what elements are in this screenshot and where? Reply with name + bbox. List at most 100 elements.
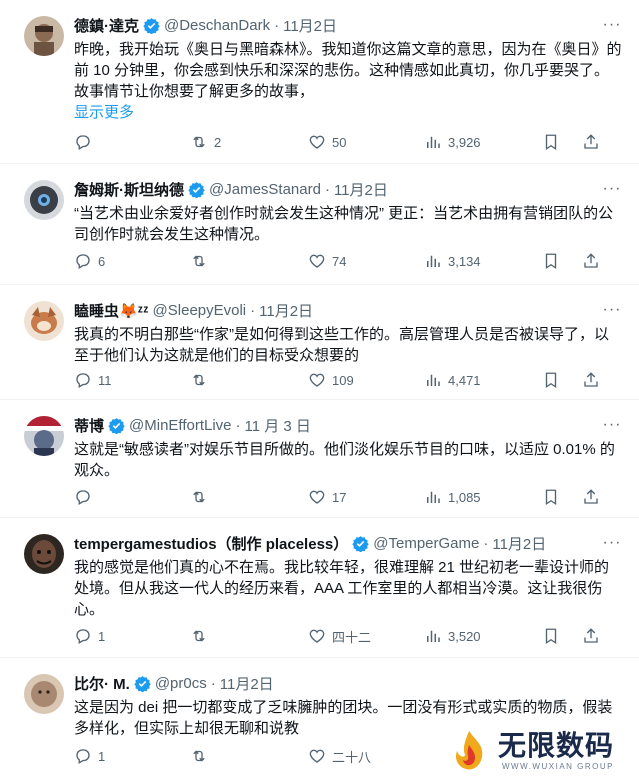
tweet-actions: 11 109 4,471: [74, 369, 623, 391]
avatar[interactable]: [24, 534, 64, 574]
share-button[interactable]: [582, 488, 600, 506]
author-handle[interactable]: @JamesStanard: [209, 181, 321, 198]
tweet[interactable]: 德鎮·達克 @DeschanDark · 11月2日 ··· 昨晚，我开始玩《奥…: [0, 0, 639, 164]
author-name[interactable]: 蒂博: [74, 415, 104, 436]
views-chart-icon: [427, 255, 440, 267]
more-options-icon[interactable]: ···: [601, 414, 623, 436]
view-count: 4,471: [448, 372, 481, 388]
author-name[interactable]: tempergamestudios（制作 placeless）: [74, 533, 348, 554]
views-button[interactable]: 4,471: [424, 371, 481, 389]
author-handle[interactable]: @DeschanDark: [164, 17, 270, 34]
like-button[interactable]: 109: [308, 371, 354, 389]
avatar[interactable]: [24, 301, 64, 341]
share-button[interactable]: [582, 252, 600, 270]
watermark-flame-icon: [456, 731, 483, 770]
like-button[interactable]: 50: [308, 133, 346, 151]
reply-button[interactable]: 6: [74, 252, 105, 270]
heart-icon: [309, 629, 325, 643]
bookmark-icon: [545, 628, 557, 645]
separator-dot: ·: [324, 180, 330, 198]
retweet-button[interactable]: 2: [190, 133, 221, 151]
retweet-button[interactable]: [190, 747, 214, 765]
tweet-date[interactable]: 11月2日: [283, 15, 337, 36]
share-button[interactable]: [582, 371, 600, 389]
tweet-date[interactable]: 11月2日: [492, 533, 546, 554]
tweet-header: tempergamestudios（制作 placeless） @TemperG…: [74, 532, 623, 554]
tweet-date[interactable]: 11 月 3 日: [245, 415, 311, 436]
author-handle[interactable]: @pr0cs: [155, 675, 207, 692]
retweet-count: 2: [214, 134, 222, 150]
tweet-header: 蒂博 @MinEffortLive · 11 月 3 日: [74, 414, 623, 436]
retweet-button[interactable]: [190, 488, 214, 506]
more-options-icon[interactable]: ···: [601, 178, 623, 200]
bookmark-icon: [545, 489, 557, 506]
bookmark-button[interactable]: [542, 252, 560, 270]
views-button[interactable]: 3,926: [424, 133, 481, 151]
like-button[interactable]: 74: [308, 252, 346, 270]
tweet[interactable]: tempergamestudios（制作 placeless） @TemperG…: [0, 518, 639, 658]
separator-dot: ·: [274, 16, 280, 34]
author-handle[interactable]: @MinEffortLive: [129, 417, 232, 434]
tweet[interactable]: 蒂博 @MinEffortLive · 11 月 3 日 ··· 这就是“敏感读…: [0, 400, 639, 518]
more-options-icon[interactable]: ···: [601, 299, 623, 321]
like-button[interactable]: 二十八: [308, 747, 371, 766]
retweet-button[interactable]: [190, 627, 214, 645]
tweet-text: 昨晚，我开始玩《奥日与黑暗森林》。我知道你这篇文章的意思，因为在《奥日》的前 1…: [74, 41, 622, 100]
share-button[interactable]: [582, 627, 600, 645]
views-chart-icon: [427, 630, 440, 642]
bookmark-icon: [545, 134, 557, 151]
tweet-content: tempergamestudios（制作 placeless） @TemperG…: [74, 532, 623, 620]
author-name[interactable]: 瞌睡虫🦊ᶻᶻ: [74, 300, 149, 321]
show-more-link[interactable]: 显示更多: [74, 102, 623, 123]
avatar[interactable]: [24, 674, 64, 714]
bookmark-icon: [545, 372, 557, 389]
bookmark-button[interactable]: [542, 488, 560, 506]
views-button[interactable]: 1,085: [424, 488, 481, 506]
reply-button[interactable]: [74, 488, 98, 506]
more-options-icon[interactable]: ···: [601, 14, 623, 36]
reply-icon: [76, 373, 90, 388]
bookmark-button[interactable]: [542, 133, 560, 151]
tweet-date[interactable]: 11月2日: [259, 300, 313, 321]
like-button[interactable]: 四十二: [308, 627, 371, 646]
tweet-content: 瞌睡虫🦊ᶻᶻ @SleepyEvoli · 11月2日 ··· 我真的不明白那些…: [74, 299, 623, 366]
tweet-date[interactable]: 11月2日: [334, 179, 388, 200]
retweet-button[interactable]: [190, 371, 214, 389]
separator-dot: ·: [235, 416, 241, 434]
more-options-icon[interactable]: ···: [601, 532, 623, 554]
author-handle[interactable]: @SleepyEvoli: [153, 302, 247, 319]
watermark-subtitle: WWW.WUXIAN GROUP: [502, 761, 614, 771]
share-button[interactable]: [582, 133, 600, 151]
tweet[interactable]: 瞌睡虫🦊ᶻᶻ @SleepyEvoli · 11月2日 ··· 我真的不明白那些…: [0, 285, 639, 400]
reply-button[interactable]: 11: [74, 371, 112, 389]
author-handle[interactable]: @TemperGame: [373, 535, 479, 552]
author-name[interactable]: 詹姆斯·斯坦纳德: [74, 179, 184, 200]
reply-button[interactable]: [74, 133, 98, 151]
retweet-icon: [193, 750, 205, 762]
tweet[interactable]: 詹姆斯·斯坦纳德 @JamesStanard · 11月2日 ··· “当艺术由…: [0, 164, 639, 285]
tweet-actions: 17 1,085: [74, 486, 623, 508]
tweet-header: 比尔· M. @pr0cs · 11月2日: [74, 672, 623, 694]
author-name[interactable]: 比尔· M.: [74, 673, 130, 694]
like-button[interactable]: 17: [308, 488, 346, 506]
views-chart-icon: [427, 491, 440, 503]
retweet-button[interactable]: [190, 252, 214, 270]
tweet-text: 这就是“敏感读者”对娱乐节目所做的。他们淡化娱乐节目的口味，以适应 0.01% …: [74, 441, 615, 479]
avatar[interactable]: [24, 180, 64, 220]
reply-button[interactable]: 1: [74, 627, 105, 645]
avatar[interactable]: [24, 16, 64, 56]
reply-button[interactable]: 1: [74, 747, 105, 765]
tweet-date[interactable]: 11月2日: [220, 673, 274, 694]
reply-icon: [76, 490, 90, 505]
retweet-icon: [193, 136, 205, 148]
share-icon: [584, 628, 598, 643]
verified-badge-icon: [108, 417, 125, 434]
tweet-header: 德鎮·達克 @DeschanDark · 11月2日: [74, 14, 623, 36]
bookmark-button[interactable]: [542, 371, 560, 389]
avatar[interactable]: [24, 416, 64, 456]
bookmark-icon: [545, 253, 557, 270]
views-button[interactable]: 3,134: [424, 252, 481, 270]
author-name[interactable]: 德鎮·達克: [74, 15, 139, 36]
bookmark-button[interactable]: [542, 627, 560, 645]
views-button[interactable]: 3,520: [424, 627, 481, 645]
